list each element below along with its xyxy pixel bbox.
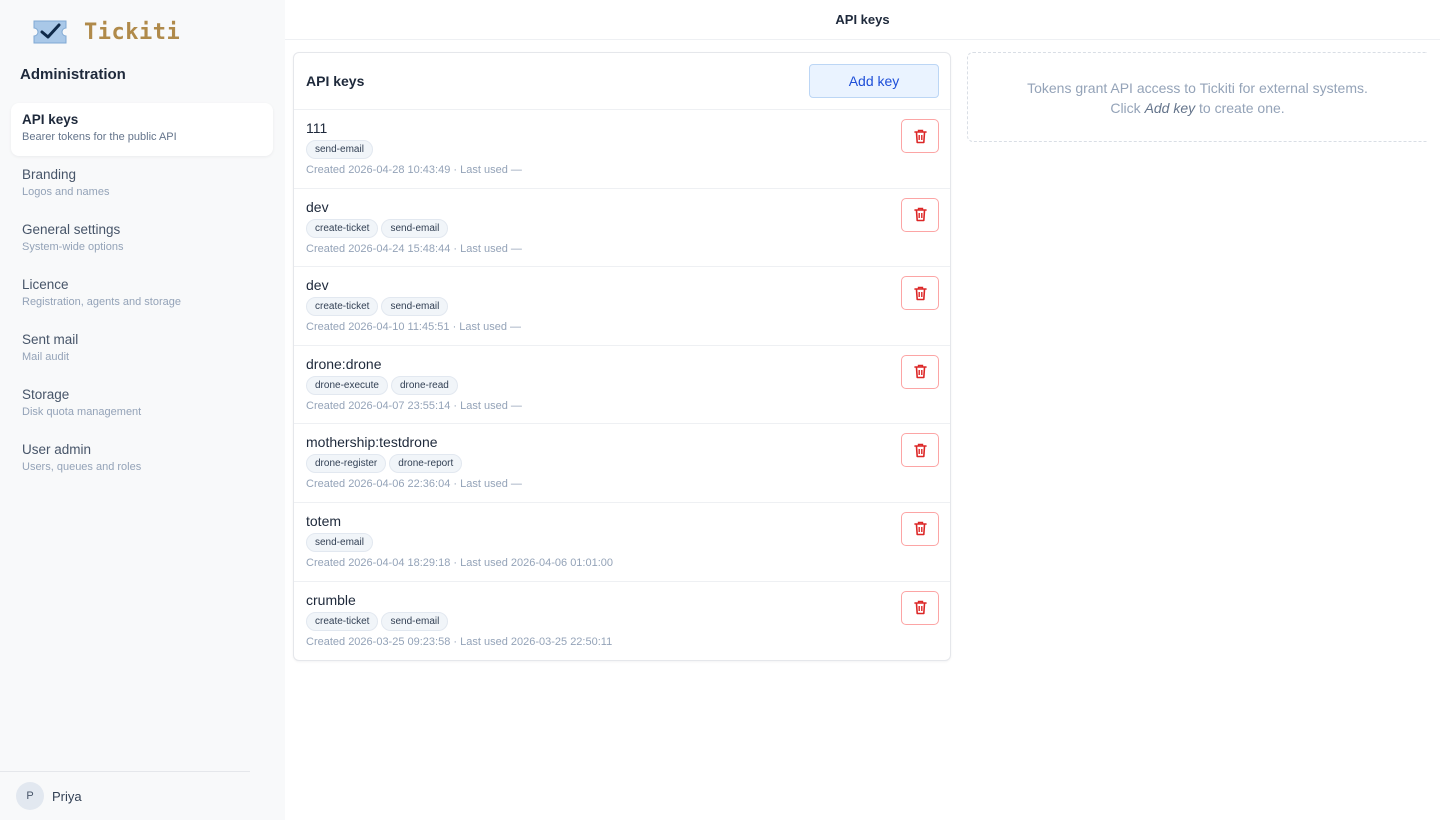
sidebar-item-description: Users, queues and roles — [22, 461, 142, 473]
trash-icon — [913, 443, 927, 458]
api-key-row: mothership:testdrone drone-register drone-… — [294, 424, 950, 503]
api-key-row: dev create-ticket send-email Created 2026-0… — [294, 189, 950, 268]
api-key-meta: Created 2026-04-10 11:45:51 · Last used … — [306, 321, 522, 334]
api-key-meta: Created 2026-04-06 22:36:04 · Last used … — [306, 478, 522, 491]
api-key-name: mothership:testdrone — [306, 434, 438, 451]
sidebar-item-description: System-wide options — [22, 241, 124, 253]
trash-icon — [913, 522, 927, 536]
api-key-meta: Created 2026-04-24 15:48:44 · Last used … — [306, 242, 522, 255]
api-keys-card: API keys Add key 111 send-email Created 20… — [293, 52, 951, 661]
avatar: P — [16, 782, 44, 810]
key-list: 111 send-email Created 2026-04-28 10:43:49… — [294, 110, 950, 660]
delete-key-button[interactable] — [901, 590, 939, 625]
user-profile[interactable]: P Priya — [16, 782, 82, 810]
scope-list: drone-register drone-report — [306, 454, 938, 474]
card-header: API keys Add key — [294, 53, 950, 110]
scope-badge: send-email — [381, 611, 449, 631]
trash-icon — [913, 286, 927, 300]
sidebar-item-branding[interactable]: Branding Logos and names — [11, 158, 273, 211]
delete-key-button[interactable] — [901, 433, 939, 468]
hint-text-after: to create one. — [1195, 100, 1285, 116]
api-key-meta: Created 2026-04-07 23:55:14 · Last used … — [306, 399, 522, 412]
app-name: Tickiti — [84, 19, 181, 45]
trash-icon — [913, 129, 927, 143]
sidebar-item-label: General settings — [22, 222, 121, 237]
api-key-name: totem — [306, 512, 342, 529]
card-title: API keys — [306, 73, 365, 89]
scope-badge: drone-read — [390, 375, 458, 395]
sidebar-item-description: Mail audit — [22, 351, 70, 363]
api-key-row: drone:drone drone-execute drone-read Create… — [294, 346, 950, 425]
sidebar-item-label: Storage — [22, 387, 70, 402]
sidebar-item-sent-mail[interactable]: Sent mail Mail audit — [11, 323, 273, 376]
empty-hint: Tokens grant API access to Tickiti for e… — [967, 52, 1427, 142]
page-title: API keys — [285, 0, 1440, 40]
hint-line-2: Click Add key to create one. — [968, 98, 1427, 118]
delete-key-button[interactable] — [901, 119, 939, 153]
sidebar-item-label: API keys — [22, 112, 79, 127]
sidebar: Tickiti Administration API keys Bearer to… — [0, 0, 285, 820]
sidebar-item-description: Disk quota management — [22, 406, 142, 418]
sidebar-item-api-keys[interactable]: API keys Bearer tokens for the public API — [11, 103, 273, 156]
section-title: Administration — [20, 66, 126, 83]
api-key-meta: Created 2026-04-04 18:29:18 · Last used … — [306, 556, 614, 569]
scope-list: create-ticket send-email — [306, 297, 938, 317]
api-key-row: totem send-email Created 2026-04-04 18:29:… — [294, 503, 950, 582]
api-key-row: dev create-ticket send-email Created 2026-0… — [294, 267, 950, 346]
scope-list: drone-execute drone-read — [306, 375, 938, 395]
scope-badge: drone-register — [306, 454, 387, 474]
api-key-meta: Created 2026-03-25 09:23:58 · Last used … — [306, 635, 613, 648]
sidebar-item-description: Registration, agents and storage — [22, 296, 181, 308]
app-logo[interactable]: Tickiti — [32, 18, 180, 46]
api-key-name: dev — [306, 277, 329, 294]
scope-badge: create-ticket — [306, 297, 379, 317]
delete-key-button[interactable] — [901, 276, 939, 311]
add-key-button[interactable]: Add key — [809, 64, 939, 98]
api-key-name: dev — [306, 198, 329, 215]
trash-icon — [913, 600, 927, 615]
sidebar-divider — [0, 771, 250, 772]
user-name: Priya — [52, 788, 82, 804]
scope-list: create-ticket send-email — [306, 218, 938, 238]
ticket-check-icon — [33, 20, 67, 44]
sidebar-item-label: User admin — [22, 442, 92, 457]
scope-list: send-email — [306, 532, 938, 552]
hint-line-1: Tokens grant API access to Tickiti for e… — [1027, 80, 1368, 96]
api-key-row: 111 send-email Created 2026-04-28 10:43:49… — [294, 110, 950, 189]
scope-badge: drone-report — [389, 454, 463, 474]
sidebar-item-user-admin[interactable]: User admin Users, queues and roles — [11, 433, 273, 486]
api-key-meta: Created 2026-04-28 10:43:49 · Last used … — [306, 164, 522, 176]
api-key-name: drone:drone — [306, 355, 382, 372]
sidebar-item-label: Branding — [22, 167, 77, 182]
scope-list: create-ticket send-email — [306, 611, 938, 631]
main-content: API keys API keys Add key 111 send-email C… — [285, 0, 1440, 820]
sidebar-item-licence[interactable]: Licence Registration, agents and storage — [11, 268, 273, 321]
scope-badge: send-email — [306, 140, 373, 159]
api-key-row: crumble create-ticket send-email Created 20… — [294, 582, 950, 661]
sidebar-item-label: Sent mail — [22, 332, 79, 347]
hint-text-before: Click — [1110, 100, 1145, 116]
scope-list: send-email — [306, 140, 938, 159]
sidebar-item-label: Licence — [22, 277, 69, 292]
scope-badge: drone-execute — [306, 375, 388, 395]
scope-badge: send-email — [381, 218, 449, 238]
api-key-name: 111 — [306, 120, 328, 136]
trash-icon — [913, 207, 927, 222]
delete-key-button[interactable] — [901, 354, 939, 389]
sidebar-item-storage[interactable]: Storage Disk quota management — [11, 378, 273, 431]
scope-badge: send-email — [381, 297, 449, 317]
api-key-name: crumble — [306, 591, 356, 608]
scope-badge: create-ticket — [306, 218, 379, 238]
sidebar-nav: API keys Bearer tokens for the public API… — [11, 103, 273, 488]
delete-key-button[interactable] — [901, 197, 939, 232]
sidebar-item-description: Bearer tokens for the public API — [22, 131, 177, 143]
scope-badge: send-email — [306, 532, 373, 552]
hint-add-key: Add key — [1144, 100, 1196, 116]
sidebar-item-general-settings[interactable]: General settings System-wide options — [11, 213, 273, 266]
trash-icon — [913, 365, 927, 379]
delete-key-button[interactable] — [901, 511, 939, 546]
sidebar-item-description: Logos and names — [22, 186, 110, 198]
scope-badge: create-ticket — [306, 611, 379, 631]
